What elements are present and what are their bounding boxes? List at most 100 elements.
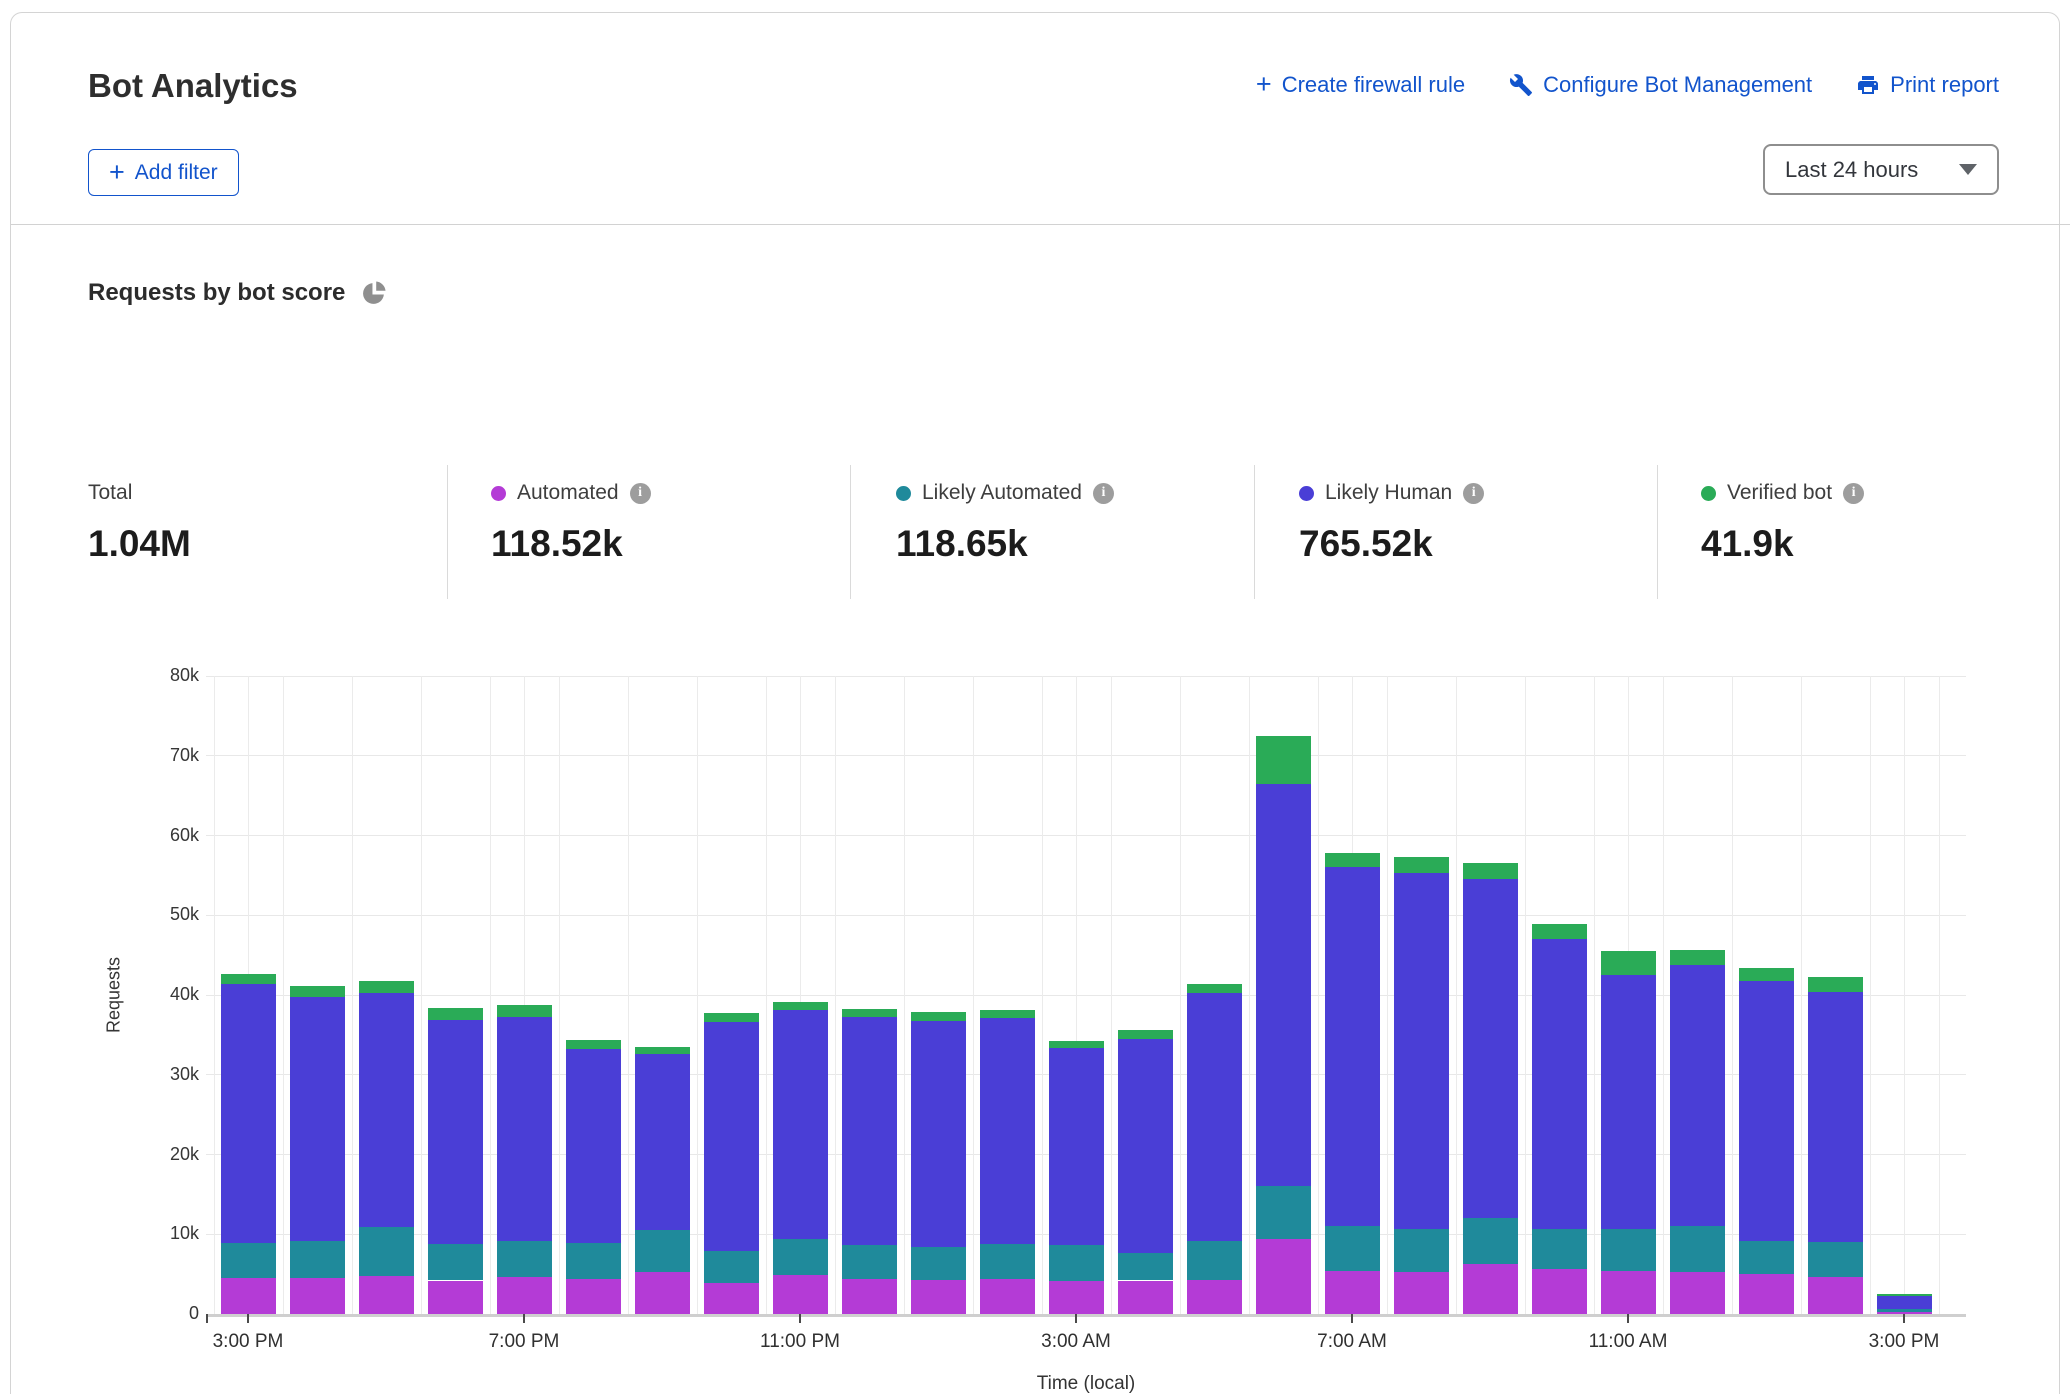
bar-segment-likely-human[interactable] xyxy=(773,1010,828,1239)
bar-segment-likely-automated[interactable] xyxy=(911,1247,966,1280)
bar-segment-likely-automated[interactable] xyxy=(1256,1186,1311,1239)
bar-segment-verified-bot[interactable] xyxy=(566,1040,621,1049)
bar-segment-verified-bot[interactable] xyxy=(290,986,345,997)
bar-segment-verified-bot[interactable] xyxy=(1739,968,1794,982)
bar-segment-likely-automated[interactable] xyxy=(1187,1241,1242,1280)
bar-segment-verified-bot[interactable] xyxy=(1463,863,1518,878)
bar-segment-automated[interactable] xyxy=(911,1280,966,1314)
bar-segment-likely-automated[interactable] xyxy=(635,1230,690,1271)
info-icon[interactable]: i xyxy=(630,483,651,504)
add-filter-button[interactable]: + Add filter xyxy=(88,149,239,196)
bar-segment-automated[interactable] xyxy=(1670,1272,1725,1314)
bar-segment-automated[interactable] xyxy=(1808,1277,1863,1314)
bar-segment-verified-bot[interactable] xyxy=(1670,950,1725,966)
bar-segment-automated[interactable] xyxy=(1049,1281,1104,1314)
bar-segment-automated[interactable] xyxy=(1118,1281,1173,1314)
bar-segment-automated[interactable] xyxy=(428,1281,483,1314)
bar-segment-likely-human[interactable] xyxy=(704,1022,759,1251)
bar-segment-likely-automated[interactable] xyxy=(1808,1242,1863,1277)
bar-segment-verified-bot[interactable] xyxy=(1187,984,1242,994)
bar-segment-automated[interactable] xyxy=(842,1279,897,1314)
bar-segment-verified-bot[interactable] xyxy=(1877,1294,1932,1296)
bar-segment-likely-human[interactable] xyxy=(359,993,414,1227)
bar-segment-likely-human[interactable] xyxy=(1808,992,1863,1242)
bar-segment-likely-human[interactable] xyxy=(980,1018,1035,1244)
bar-segment-verified-bot[interactable] xyxy=(980,1010,1035,1018)
info-icon[interactable]: i xyxy=(1093,483,1114,504)
bar-segment-verified-bot[interactable] xyxy=(359,981,414,993)
bar-segment-automated[interactable] xyxy=(1463,1264,1518,1314)
info-icon[interactable]: i xyxy=(1843,483,1864,504)
bar-segment-verified-bot[interactable] xyxy=(1601,951,1656,975)
bar-segment-verified-bot[interactable] xyxy=(1256,736,1311,784)
bar-segment-likely-human[interactable] xyxy=(1049,1048,1104,1244)
bar-segment-verified-bot[interactable] xyxy=(911,1012,966,1022)
bar-segment-verified-bot[interactable] xyxy=(221,974,276,984)
bar-segment-likely-human[interactable] xyxy=(1394,873,1449,1229)
bar-segment-likely-human[interactable] xyxy=(1877,1296,1932,1309)
time-range-select[interactable]: Last 24 hours xyxy=(1763,144,1999,195)
bar-segment-likely-human[interactable] xyxy=(1601,975,1656,1229)
bar-segment-verified-bot[interactable] xyxy=(428,1008,483,1020)
bar-segment-likely-human[interactable] xyxy=(566,1049,621,1243)
bar-segment-likely-human[interactable] xyxy=(1670,965,1725,1226)
bar-segment-verified-bot[interactable] xyxy=(635,1047,690,1054)
bar-segment-verified-bot[interactable] xyxy=(773,1002,828,1010)
bar-segment-likely-automated[interactable] xyxy=(1739,1241,1794,1274)
bar-segment-automated[interactable] xyxy=(566,1279,621,1314)
bar-segment-likely-human[interactable] xyxy=(497,1017,552,1242)
bar-segment-automated[interactable] xyxy=(1601,1271,1656,1314)
bar-segment-automated[interactable] xyxy=(1739,1274,1794,1314)
bar-segment-likely-human[interactable] xyxy=(428,1020,483,1244)
bar-segment-verified-bot[interactable] xyxy=(1118,1030,1173,1039)
configure-bot-management-link[interactable]: Configure Bot Management xyxy=(1509,72,1812,98)
bar-segment-likely-human[interactable] xyxy=(635,1054,690,1230)
bar-segment-verified-bot[interactable] xyxy=(497,1005,552,1016)
bar-segment-likely-automated[interactable] xyxy=(1532,1229,1587,1269)
bar-segment-likely-automated[interactable] xyxy=(842,1245,897,1279)
bar-segment-automated[interactable] xyxy=(1256,1239,1311,1314)
bar-segment-likely-human[interactable] xyxy=(1325,867,1380,1226)
bar-segment-likely-automated[interactable] xyxy=(1463,1218,1518,1264)
bar-segment-automated[interactable] xyxy=(704,1283,759,1314)
bar-segment-likely-automated[interactable] xyxy=(773,1239,828,1275)
bar-segment-automated[interactable] xyxy=(980,1279,1035,1314)
bar-segment-likely-human[interactable] xyxy=(842,1017,897,1244)
bar-segment-automated[interactable] xyxy=(221,1278,276,1314)
bar-segment-likely-automated[interactable] xyxy=(1601,1229,1656,1271)
bar-segment-likely-human[interactable] xyxy=(290,997,345,1241)
bar-segment-likely-automated[interactable] xyxy=(1325,1226,1380,1271)
bar-segment-verified-bot[interactable] xyxy=(1049,1041,1104,1048)
bar-segment-likely-human[interactable] xyxy=(1739,981,1794,1240)
print-report-link[interactable]: Print report xyxy=(1856,72,1999,98)
bar-segment-likely-human[interactable] xyxy=(1532,939,1587,1228)
bar-segment-likely-automated[interactable] xyxy=(1394,1229,1449,1271)
bar-segment-verified-bot[interactable] xyxy=(1325,853,1380,867)
bar-segment-likely-automated[interactable] xyxy=(497,1241,552,1276)
bar-segment-likely-automated[interactable] xyxy=(428,1244,483,1281)
bar-segment-verified-bot[interactable] xyxy=(842,1009,897,1018)
bar-segment-verified-bot[interactable] xyxy=(704,1013,759,1023)
bar-segment-likely-human[interactable] xyxy=(1118,1039,1173,1253)
bar-segment-automated[interactable] xyxy=(359,1276,414,1314)
bar-segment-verified-bot[interactable] xyxy=(1532,924,1587,939)
bar-segment-automated[interactable] xyxy=(497,1277,552,1314)
bar-segment-likely-automated[interactable] xyxy=(1118,1253,1173,1281)
bar-segment-automated[interactable] xyxy=(1325,1271,1380,1314)
bar-segment-automated[interactable] xyxy=(1532,1269,1587,1314)
bar-segment-automated[interactable] xyxy=(635,1272,690,1314)
bar-segment-automated[interactable] xyxy=(290,1278,345,1314)
bar-segment-likely-automated[interactable] xyxy=(1670,1226,1725,1271)
bar-segment-likely-human[interactable] xyxy=(221,984,276,1243)
bar-segment-verified-bot[interactable] xyxy=(1394,857,1449,873)
info-icon[interactable]: i xyxy=(1463,483,1484,504)
bar-segment-likely-automated[interactable] xyxy=(221,1243,276,1278)
bar-segment-likely-automated[interactable] xyxy=(1877,1309,1932,1312)
bar-segment-likely-automated[interactable] xyxy=(290,1241,345,1278)
bar-segment-likely-automated[interactable] xyxy=(1049,1245,1104,1282)
bar-segment-verified-bot[interactable] xyxy=(1808,977,1863,992)
bar-segment-automated[interactable] xyxy=(1187,1280,1242,1314)
bar-segment-likely-automated[interactable] xyxy=(359,1227,414,1276)
bar-segment-likely-automated[interactable] xyxy=(980,1244,1035,1279)
create-firewall-rule-link[interactable]: + Create firewall rule xyxy=(1256,71,1465,98)
